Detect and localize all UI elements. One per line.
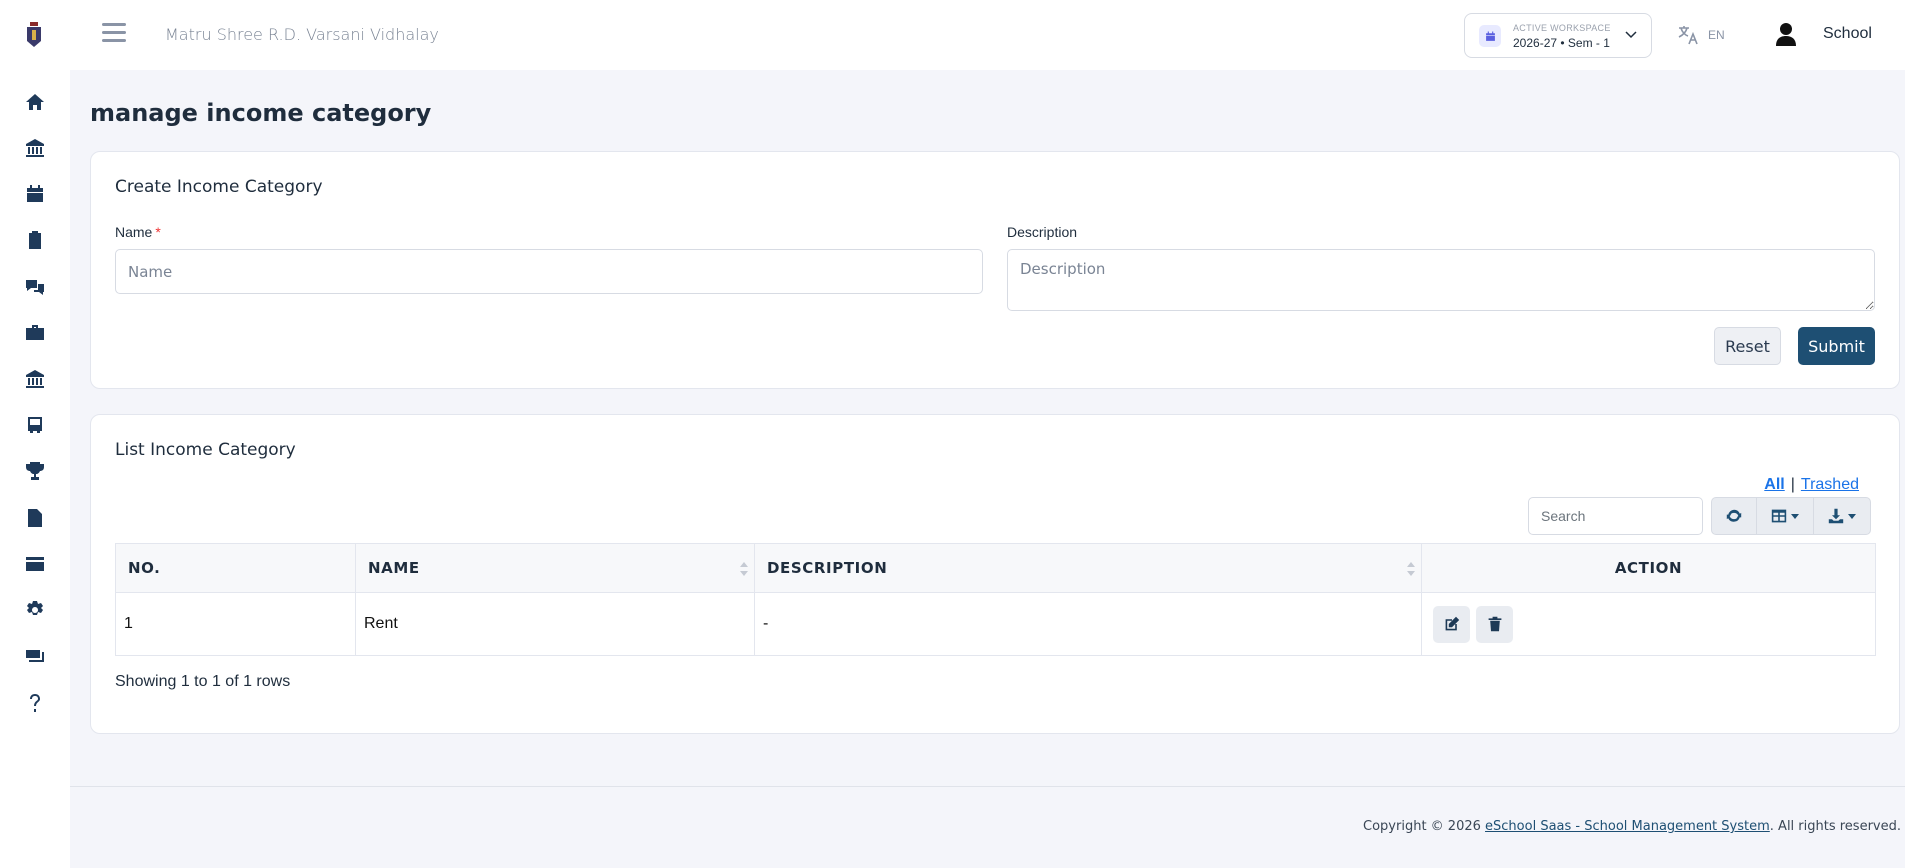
money-icon[interactable] <box>12 638 58 674</box>
trophy-icon[interactable] <box>12 453 58 489</box>
cell-no: 1 <box>115 592 356 656</box>
export-button[interactable] <box>1813 497 1871 535</box>
create-card-title: Create Income Category <box>115 177 323 197</box>
reset-button[interactable]: Reset <box>1714 327 1781 365</box>
pagination-info: Showing 1 to 1 of 1 rows <box>115 673 291 690</box>
column-header-name[interactable]: NAME <box>355 543 755 593</box>
sort-icon <box>1407 562 1415 576</box>
chevron-down-icon <box>1791 513 1799 519</box>
income-category-table: NO. NAME DESCRIPTION ACTION 1 Rent - <box>115 543 1876 656</box>
chevron-down-icon <box>1625 31 1637 39</box>
school-name: Matru Shree R.D. Varsani Vidhalay <box>165 25 439 44</box>
briefcase-icon[interactable] <box>12 315 58 351</box>
description-input[interactable] <box>1007 249 1875 311</box>
filter-links: All | Trashed <box>1764 476 1859 494</box>
document-icon[interactable] <box>12 500 58 536</box>
translate-icon[interactable] <box>1677 24 1699 46</box>
chevron-down-icon <box>1848 513 1856 519</box>
trash-icon <box>1488 616 1501 632</box>
cell-description: - <box>754 592 1422 656</box>
help-icon[interactable] <box>12 685 58 721</box>
column-header-name-label: NAME <box>368 559 420 577</box>
chat-icon[interactable] <box>12 269 58 305</box>
table-toolbar <box>1711 497 1871 535</box>
column-header-action: ACTION <box>1421 543 1876 593</box>
list-card-title: List Income Category <box>115 440 296 460</box>
sort-icon <box>740 562 748 576</box>
footer-prefix: Copyright © 2026 <box>1363 819 1486 834</box>
table-icon <box>1771 509 1787 523</box>
filter-trashed-link[interactable]: Trashed <box>1801 476 1859 493</box>
refresh-button[interactable] <box>1711 497 1757 535</box>
search-input[interactable] <box>1528 497 1703 535</box>
user-name[interactable]: School <box>1823 25 1872 43</box>
workspace-value: 2026-27 • Sem - 1 <box>1513 36 1610 50</box>
name-input[interactable] <box>115 249 983 294</box>
bus-icon[interactable] <box>12 407 58 443</box>
school-logo-icon[interactable] <box>24 20 44 50</box>
language-label[interactable]: EN <box>1708 28 1725 42</box>
required-marker: * <box>155 224 161 240</box>
download-icon <box>1828 508 1844 524</box>
name-label-text: Name <box>115 224 153 240</box>
description-label: Description <box>1007 224 1078 240</box>
columns-button[interactable] <box>1756 497 1814 535</box>
credit-card-icon[interactable] <box>12 546 58 582</box>
calendar-icon[interactable] <box>12 176 58 212</box>
column-header-no[interactable]: NO. <box>115 543 356 593</box>
footer-link[interactable]: eSchool Saas - School Management System <box>1485 819 1770 834</box>
footer: Copyright © 2026 eSchool Saas - School M… <box>1363 819 1901 834</box>
delete-button[interactable] <box>1476 605 1513 643</box>
submit-button[interactable]: Submit <box>1798 327 1875 365</box>
column-header-description-label: DESCRIPTION <box>767 559 888 577</box>
filter-all-link[interactable]: All <box>1764 476 1784 493</box>
footer-suffix: . All rights reserved. <box>1769 819 1901 834</box>
workspace-selector[interactable]: ACTIVE WORKSPACE 2026-27 • Sem - 1 <box>1464 13 1652 58</box>
bank-icon[interactable] <box>12 130 58 166</box>
column-header-description[interactable]: DESCRIPTION <box>754 543 1422 593</box>
user-avatar-icon[interactable] <box>1775 22 1797 46</box>
edit-icon <box>1445 616 1459 631</box>
table-row[interactable]: 1 Rent - <box>115 592 1876 656</box>
footer-divider <box>70 786 1905 787</box>
top-bar: Matru Shree R.D. Varsani Vidhalay ACTIVE… <box>70 0 1905 70</box>
institution-icon[interactable] <box>12 361 58 397</box>
edit-button[interactable] <box>1433 605 1470 643</box>
menu-toggle-icon[interactable] <box>102 23 126 45</box>
filter-separator: | <box>1790 476 1795 493</box>
name-label: Name * <box>115 224 161 240</box>
workspace-label: ACTIVE WORKSPACE <box>1513 23 1611 33</box>
refresh-icon <box>1726 509 1742 522</box>
cell-action <box>1421 592 1876 656</box>
sidebar <box>0 0 70 868</box>
clipboard-icon[interactable] <box>12 222 58 258</box>
gear-icon[interactable] <box>12 592 58 628</box>
calendar-icon <box>1479 25 1501 47</box>
page-title: manage income category <box>90 99 432 127</box>
cell-name: Rent <box>355 592 755 656</box>
home-icon[interactable] <box>12 84 58 120</box>
